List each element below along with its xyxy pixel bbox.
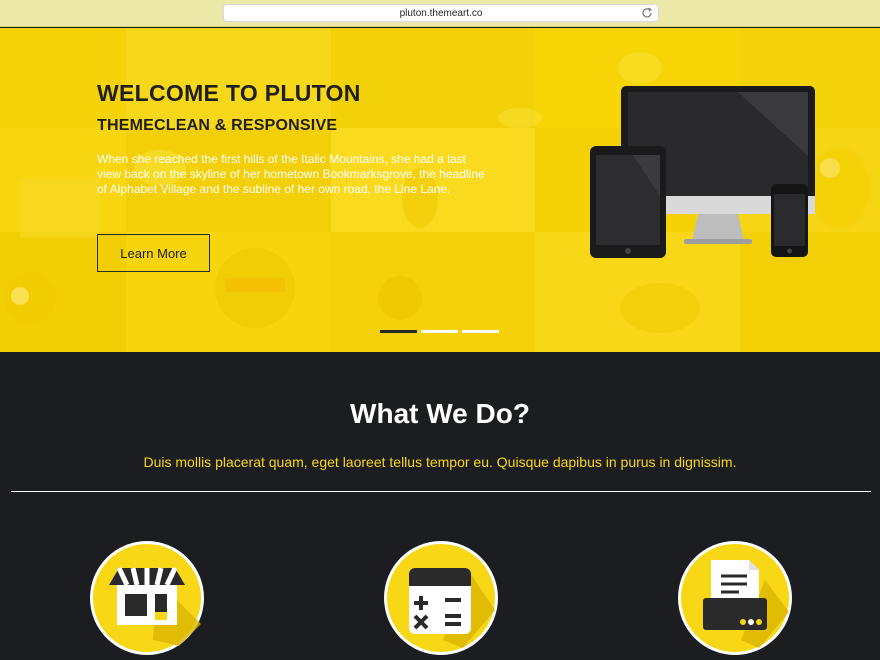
hero-description: When she reached the first hills of the … xyxy=(97,152,485,196)
slider-dot-3[interactable] xyxy=(462,330,499,333)
section-divider xyxy=(11,491,871,492)
shop-icon[interactable] xyxy=(89,540,205,656)
printer-icon[interactable] xyxy=(677,540,793,656)
browser-address-bar: pluton.themeart.co xyxy=(0,0,880,27)
hero-title: WELCOME TO PLUTON xyxy=(97,80,361,106)
slider-dot-1[interactable] xyxy=(380,330,417,333)
hero-subtitle: THEMECLEAN & RESPONSIVE xyxy=(97,117,338,134)
section-title: What We Do? xyxy=(350,398,530,429)
calculator-icon[interactable] xyxy=(383,540,499,656)
learn-more-button[interactable]: Learn More xyxy=(97,234,210,272)
url-text: pluton.themeart.co xyxy=(399,8,483,19)
url-field[interactable]: pluton.themeart.co xyxy=(223,4,659,22)
section-subtitle: Duis mollis placerat quam, eget laoreet … xyxy=(143,454,737,470)
hero-slider: WELCOME TO PLUTON THEMECLEAN & RESPONSIV… xyxy=(0,28,880,352)
slider-dot-2[interactable] xyxy=(421,330,458,333)
devices-image xyxy=(590,86,815,258)
reload-icon[interactable] xyxy=(640,6,654,20)
